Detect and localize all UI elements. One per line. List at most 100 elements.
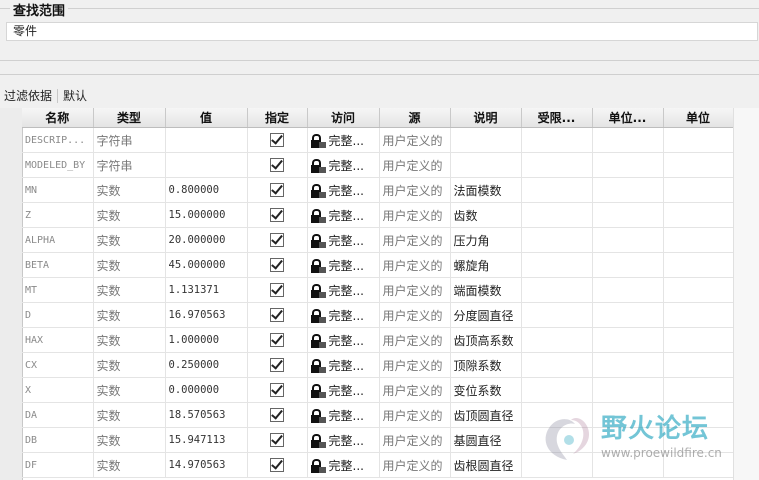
cell-unit[interactable] [663, 302, 734, 328]
cell-access[interactable]: 完整... [307, 177, 380, 203]
column-header[interactable]: 源 [379, 108, 451, 128]
column-header[interactable]: 说明 [450, 108, 522, 128]
cell-restricted[interactable] [521, 452, 593, 478]
cell-unit[interactable] [663, 177, 734, 203]
cell-source[interactable]: 用户定义的 [379, 352, 451, 378]
cell-unit-quantity[interactable] [592, 302, 664, 328]
cell-name[interactable]: X [22, 377, 94, 403]
cell-name[interactable]: Z [22, 202, 94, 228]
column-header[interactable]: 类型 [93, 108, 166, 128]
column-header[interactable]: 访问 [307, 108, 380, 128]
cell-designated[interactable] [247, 377, 308, 403]
table-row[interactable]: ALPHA 实数 20.000000 完整... 用户定义的 压力角 [22, 227, 734, 253]
cell-restricted[interactable] [521, 327, 593, 353]
cell-type[interactable]: 实数 [93, 452, 166, 478]
cell-restricted[interactable] [521, 202, 593, 228]
cell-unit[interactable] [663, 227, 734, 253]
cell-designated[interactable] [247, 327, 308, 353]
checkbox-checked-icon[interactable] [270, 433, 284, 448]
cell-access[interactable]: 完整... [307, 427, 380, 453]
cell-unit-quantity[interactable] [592, 127, 664, 153]
cell-designated[interactable] [247, 127, 308, 153]
cell-name[interactable]: MODELED_BY [22, 152, 94, 178]
cell-source[interactable]: 用户定义的 [379, 152, 451, 178]
cell-access[interactable]: 完整... [307, 227, 380, 253]
cell-access[interactable]: 完整... [307, 302, 380, 328]
checkbox-checked-icon[interactable] [270, 158, 284, 173]
checkbox-checked-icon[interactable] [270, 208, 284, 223]
cell-unit[interactable] [663, 352, 734, 378]
cell-designated[interactable] [247, 302, 308, 328]
cell-access[interactable]: 完整... [307, 452, 380, 478]
cell-description[interactable]: 端面模数 [450, 277, 522, 303]
cell-name[interactable]: DB [22, 427, 94, 453]
cell-value[interactable]: 0.000000 [165, 377, 248, 403]
table-row[interactable]: MODELED_BY 字符串 完整... 用户定义的 [22, 152, 734, 178]
cell-access[interactable]: 完整... [307, 202, 380, 228]
cell-access[interactable]: 完整... [307, 277, 380, 303]
cell-value[interactable]: 0.250000 [165, 352, 248, 378]
cell-name[interactable]: BETA [22, 252, 94, 278]
cell-type[interactable]: 实数 [93, 252, 166, 278]
cell-description[interactable] [450, 127, 522, 153]
cell-designated[interactable] [247, 227, 308, 253]
cell-source[interactable]: 用户定义的 [379, 252, 451, 278]
table-row[interactable]: BETA 实数 45.000000 完整... 用户定义的 螺旋角 [22, 252, 734, 278]
cell-type[interactable]: 实数 [93, 402, 166, 428]
cell-type[interactable]: 实数 [93, 327, 166, 353]
cell-name[interactable]: HAX [22, 327, 94, 353]
cell-access[interactable]: 完整... [307, 252, 380, 278]
cell-source[interactable]: 用户定义的 [379, 177, 451, 203]
cell-unit-quantity[interactable] [592, 402, 664, 428]
cell-value[interactable]: 14.970563 [165, 452, 248, 478]
checkbox-checked-icon[interactable] [270, 333, 284, 348]
cell-name[interactable]: DA [22, 402, 94, 428]
cell-unit[interactable] [663, 152, 734, 178]
checkbox-checked-icon[interactable] [270, 358, 284, 373]
cell-unit-quantity[interactable] [592, 327, 664, 353]
checkbox-checked-icon[interactable] [270, 283, 284, 298]
cell-unit-quantity[interactable] [592, 377, 664, 403]
cell-type[interactable]: 实数 [93, 177, 166, 203]
cell-source[interactable]: 用户定义的 [379, 402, 451, 428]
cell-value[interactable]: 15.947113 [165, 427, 248, 453]
cell-restricted[interactable] [521, 227, 593, 253]
cell-unit[interactable] [663, 327, 734, 353]
cell-restricted[interactable] [521, 277, 593, 303]
column-header[interactable]: 值 [165, 108, 248, 128]
cell-access[interactable]: 完整... [307, 377, 380, 403]
cell-unit-quantity[interactable] [592, 177, 664, 203]
cell-unit-quantity[interactable] [592, 152, 664, 178]
cell-type[interactable]: 实数 [93, 352, 166, 378]
cell-access[interactable]: 完整... [307, 152, 380, 178]
cell-source[interactable]: 用户定义的 [379, 227, 451, 253]
cell-access[interactable]: 完整... [307, 352, 380, 378]
checkbox-checked-icon[interactable] [270, 458, 284, 473]
cell-value[interactable]: 15.000000 [165, 202, 248, 228]
cell-type[interactable]: 实数 [93, 427, 166, 453]
cell-value[interactable]: 1.000000 [165, 327, 248, 353]
column-header[interactable]: 名称 [22, 108, 94, 128]
cell-unit[interactable] [663, 277, 734, 303]
cell-source[interactable]: 用户定义的 [379, 427, 451, 453]
cell-source[interactable]: 用户定义的 [379, 277, 451, 303]
cell-type[interactable]: 实数 [93, 227, 166, 253]
cell-restricted[interactable] [521, 402, 593, 428]
cell-designated[interactable] [247, 352, 308, 378]
cell-restricted[interactable] [521, 177, 593, 203]
cell-unit-quantity[interactable] [592, 202, 664, 228]
cell-unit[interactable] [663, 402, 734, 428]
table-row[interactable]: CX 实数 0.250000 完整... 用户定义的 顶隙系数 [22, 352, 734, 378]
cell-restricted[interactable] [521, 352, 593, 378]
cell-unit-quantity[interactable] [592, 427, 664, 453]
cell-type[interactable]: 实数 [93, 202, 166, 228]
cell-source[interactable]: 用户定义的 [379, 202, 451, 228]
cell-type[interactable]: 字符串 [93, 152, 166, 178]
cell-description[interactable] [450, 152, 522, 178]
cell-value[interactable]: 45.000000 [165, 252, 248, 278]
table-row[interactable]: DA 实数 18.570563 完整... 用户定义的 齿顶圆直径 [22, 402, 734, 428]
cell-unit[interactable] [663, 252, 734, 278]
cell-designated[interactable] [247, 402, 308, 428]
cell-designated[interactable] [247, 202, 308, 228]
table-row[interactable]: DF 实数 14.970563 完整... 用户定义的 齿根圆直径 [22, 452, 734, 478]
